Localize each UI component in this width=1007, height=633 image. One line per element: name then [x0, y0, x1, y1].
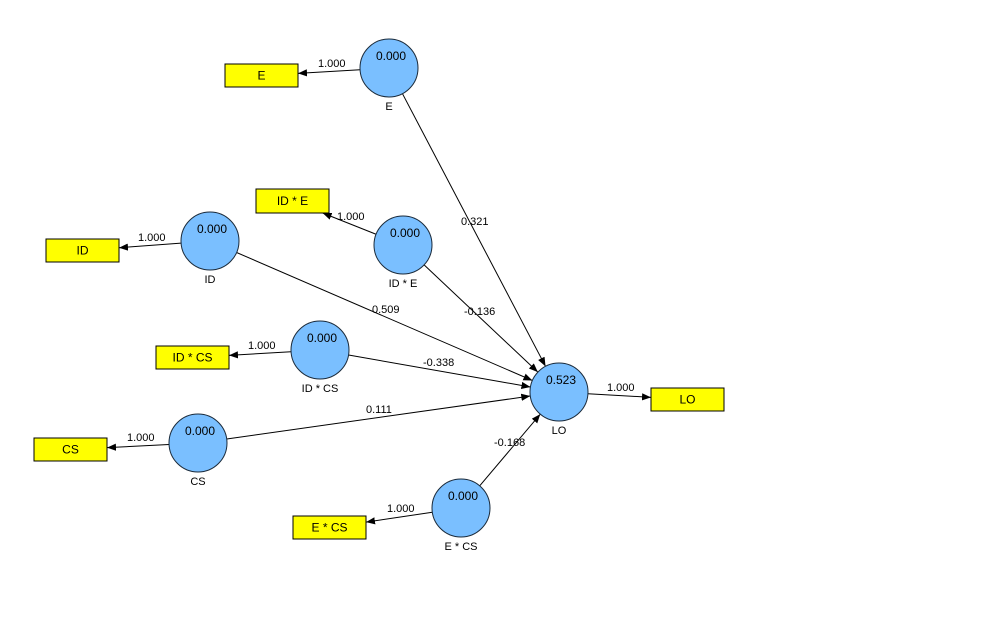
indicator-ind_IDxCS[interactable]: ID * CS	[155, 345, 230, 370]
construct-r2-value: 0.523	[546, 373, 576, 387]
construct-circle[interactable]	[290, 320, 350, 380]
indicator-ind_ExCS[interactable]: E * CS	[292, 515, 367, 540]
construct-E[interactable]: 0.000 E	[359, 38, 419, 113]
construct-ExCS[interactable]: 0.000 E * CS	[431, 478, 491, 553]
loading-label-LO: 1.000	[607, 382, 635, 394]
indicator-label: LO	[679, 393, 695, 407]
loading-label-IDxE: 1.000	[337, 211, 365, 223]
construct-circle[interactable]	[359, 38, 419, 98]
construct-circle[interactable]	[168, 413, 228, 473]
indicator-label: E * CS	[311, 521, 347, 535]
loading-label-ID: 1.000	[138, 232, 166, 244]
path-coefficient-E: 0.321	[461, 216, 489, 228]
loading-arrow-CS	[106, 443, 170, 451]
construct-name: E * CS	[444, 541, 477, 553]
indicator-ind_LO[interactable]: LO	[650, 387, 725, 412]
construct-r2-value: 0.000	[197, 222, 227, 236]
construct-name: ID	[205, 274, 216, 286]
construct-r2-value: 0.000	[448, 489, 478, 503]
construct-circle[interactable]	[373, 215, 433, 275]
construct-ID[interactable]: 0.000 ID	[180, 211, 240, 286]
construct-name: CS	[190, 476, 205, 488]
construct-r2-value: 0.000	[185, 424, 215, 438]
indicator-label: E	[257, 69, 265, 83]
loading-label-E: 1.000	[318, 58, 346, 70]
loading-arrow-E	[297, 69, 361, 77]
path-arrow-CS-to-LO	[226, 393, 531, 440]
construct-r2-value: 0.000	[390, 226, 420, 240]
indicator-ind_CS[interactable]: CS	[33, 437, 108, 462]
construct-circle[interactable]	[431, 478, 491, 538]
path-arrow-ExCS-to-LO	[479, 413, 541, 487]
indicator-label: ID * CS	[172, 351, 212, 365]
path-model-diagram: E ID * E ID ID * CS CS E * CS LO 0.000 E 0.000 ID …	[33, 38, 725, 553]
loading-label-IDxCS: 1.000	[248, 340, 276, 352]
construct-LO[interactable]: 0.523 LO	[529, 362, 589, 437]
indicator-label: ID * E	[277, 194, 308, 208]
construct-r2-value: 0.000	[376, 49, 406, 63]
indicator-label: CS	[62, 443, 79, 457]
construct-IDxCS[interactable]: 0.000 ID * CS	[290, 320, 350, 395]
indicator-ind_ID[interactable]: ID	[45, 238, 120, 263]
construct-name: ID * E	[389, 278, 418, 290]
construct-r2-value: 0.000	[307, 331, 337, 345]
construct-CS[interactable]: 0.000 CS	[168, 413, 228, 488]
indicator-ind_E[interactable]: E	[224, 63, 299, 88]
indicator-label: ID	[77, 244, 89, 258]
construct-circle[interactable]	[180, 211, 240, 271]
path-coefficient-ID: 0.509	[372, 304, 400, 316]
construct-name: E	[385, 101, 392, 113]
construct-name: LO	[552, 425, 567, 437]
loading-label-CS: 1.000	[127, 432, 155, 444]
path-coefficient-ExCS: -0.168	[494, 437, 525, 449]
construct-IDxE[interactable]: 0.000 ID * E	[373, 215, 433, 290]
path-coefficient-CS: 0.111	[366, 404, 392, 416]
loading-arrow-IDxCS	[228, 351, 292, 359]
construct-circle[interactable]	[529, 362, 589, 422]
construct-name: ID * CS	[302, 383, 339, 395]
loading-arrow-LO	[587, 393, 652, 401]
indicator-ind_IDxE[interactable]: ID * E	[255, 188, 330, 214]
path-coefficient-IDxE: -0.136	[464, 306, 495, 318]
loading-label-ExCS: 1.000	[387, 503, 415, 515]
path-coefficient-IDxCS: -0.338	[423, 357, 454, 369]
